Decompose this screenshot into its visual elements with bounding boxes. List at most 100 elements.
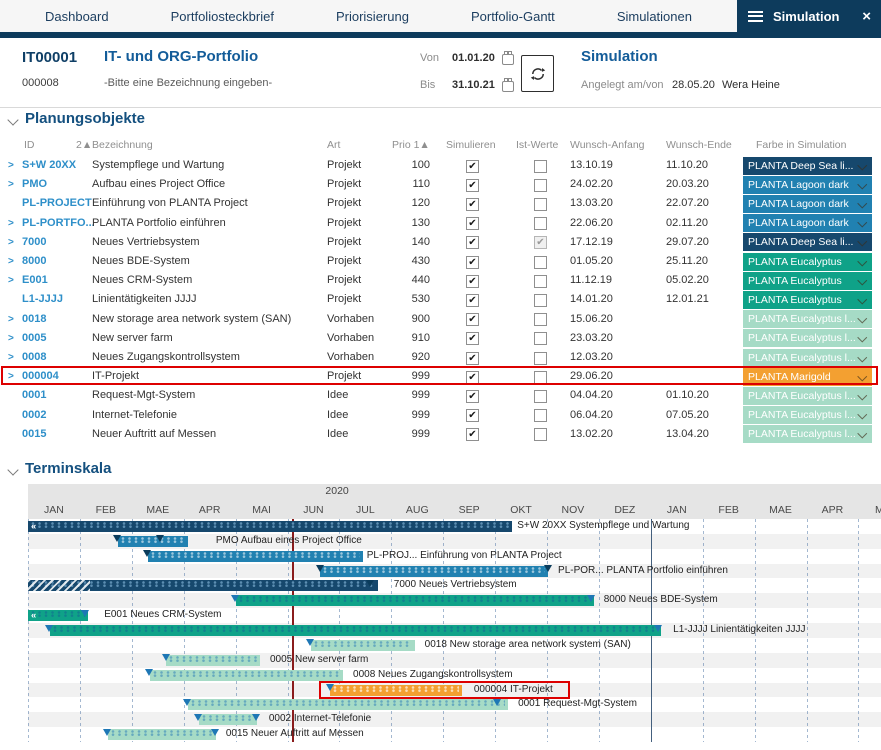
nav-tab-portfoliosteckbrief[interactable]: Portfoliosteckbrief bbox=[171, 9, 274, 24]
calendar-icon[interactable] bbox=[502, 81, 514, 92]
expand-arrow-icon[interactable]: > bbox=[8, 271, 14, 290]
tab-simulation-active[interactable]: Simulation × bbox=[737, 0, 881, 32]
cell-id-link[interactable]: L1-JJJJ bbox=[22, 290, 63, 309]
simulieren-checkbox[interactable]: ✔ bbox=[466, 236, 479, 249]
cell-id-link[interactable]: S+W 20XX bbox=[22, 156, 76, 175]
simulieren-checkbox[interactable]: ✔ bbox=[466, 313, 479, 326]
col-header-prio[interactable]: Prio 1▲ bbox=[392, 139, 430, 151]
col-header-wunsch-ende[interactable]: Wunsch-Ende bbox=[666, 139, 732, 151]
nav-tab-portfolio-gantt[interactable]: Portfolio-Gantt bbox=[471, 9, 555, 24]
ist-werte-checkbox[interactable] bbox=[534, 217, 547, 230]
ist-werte-checkbox[interactable] bbox=[534, 160, 547, 173]
farbe-dropdown[interactable]: PLANTA Lagoon dark bbox=[743, 176, 872, 194]
col-header-bezeichnung[interactable]: Bezeichnung bbox=[92, 139, 153, 151]
ist-werte-checkbox[interactable]: ✔ bbox=[534, 236, 547, 249]
ist-werte-checkbox[interactable] bbox=[534, 179, 547, 192]
collapse-chevron-icon[interactable] bbox=[7, 464, 18, 475]
col-header-wunsch-anfang[interactable]: Wunsch-Anfang bbox=[570, 139, 645, 151]
farbe-dropdown[interactable]: PLANTA Eucalyptus l... bbox=[743, 310, 872, 328]
col-header-art[interactable]: Art bbox=[327, 139, 340, 151]
ist-werte-checkbox[interactable] bbox=[534, 352, 547, 365]
gantt-bar[interactable] bbox=[311, 640, 415, 651]
gantt-bar[interactable]: « bbox=[28, 610, 88, 621]
farbe-dropdown[interactable]: PLANTA Eucalyptus bbox=[743, 272, 872, 290]
bis-date-field[interactable]: 31.10.21 bbox=[452, 79, 495, 91]
von-date-field[interactable]: 01.01.20 bbox=[452, 52, 495, 64]
expand-arrow-icon[interactable]: > bbox=[8, 214, 14, 233]
expand-arrow-icon[interactable]: > bbox=[8, 175, 14, 194]
cell-id-link[interactable]: 0015 bbox=[22, 425, 46, 444]
farbe-dropdown[interactable]: PLANTA Lagoon dark bbox=[743, 195, 872, 213]
cell-id-link[interactable]: PL-PORTFO... bbox=[22, 214, 95, 233]
ist-werte-checkbox[interactable] bbox=[534, 332, 547, 345]
simulieren-checkbox[interactable]: ✔ bbox=[466, 217, 479, 230]
simulieren-checkbox[interactable]: ✔ bbox=[466, 352, 479, 365]
farbe-dropdown[interactable]: PLANTA Eucalyptus l... bbox=[743, 387, 872, 405]
cell-id-link[interactable]: 7000 bbox=[22, 233, 46, 252]
gantt-bar[interactable] bbox=[188, 699, 508, 710]
simulieren-checkbox[interactable]: ✔ bbox=[466, 428, 479, 441]
cell-id-link[interactable]: 0008 bbox=[22, 348, 46, 367]
farbe-dropdown[interactable]: PLANTA Eucalyptus l... bbox=[743, 425, 872, 443]
farbe-dropdown[interactable]: PLANTA Deep Sea li... bbox=[743, 233, 872, 251]
col-header-id[interactable]: ID bbox=[24, 139, 35, 151]
ist-werte-checkbox[interactable] bbox=[534, 198, 547, 211]
ist-werte-checkbox[interactable] bbox=[534, 313, 547, 326]
simulieren-checkbox[interactable]: ✔ bbox=[466, 409, 479, 422]
ist-werte-checkbox[interactable] bbox=[534, 294, 547, 307]
refresh-button[interactable] bbox=[521, 55, 554, 92]
gantt-bar[interactable] bbox=[50, 625, 661, 636]
ist-werte-checkbox[interactable] bbox=[534, 409, 547, 422]
gantt-bar[interactable] bbox=[199, 714, 257, 725]
portfolio-name-input[interactable]: -Bitte eine Bezeichnung eingeben- bbox=[104, 77, 272, 89]
expand-arrow-icon[interactable]: > bbox=[8, 348, 14, 367]
nav-tab-dashboard[interactable]: Dashboard bbox=[45, 9, 109, 24]
col-header-farbe[interactable]: Farbe in Simulation bbox=[756, 139, 846, 151]
cell-id-link[interactable]: PMO bbox=[22, 175, 47, 194]
gantt-bar[interactable] bbox=[148, 551, 363, 562]
farbe-dropdown[interactable]: PLANTA Deep Sea li... bbox=[743, 157, 872, 175]
farbe-dropdown[interactable]: PLANTA Eucalyptus l... bbox=[743, 329, 872, 347]
close-icon[interactable]: × bbox=[862, 9, 871, 24]
gantt-bar[interactable] bbox=[118, 536, 188, 547]
simulieren-checkbox[interactable]: ✔ bbox=[466, 256, 479, 269]
simulieren-checkbox[interactable]: ✔ bbox=[466, 294, 479, 307]
col-header-simulieren[interactable]: Simulieren bbox=[446, 139, 496, 151]
hamburger-icon[interactable] bbox=[748, 8, 763, 24]
simulieren-checkbox[interactable]: ✔ bbox=[466, 390, 479, 403]
expand-arrow-icon[interactable]: > bbox=[8, 329, 14, 348]
expand-arrow-icon[interactable]: > bbox=[8, 252, 14, 271]
simulieren-checkbox[interactable]: ✔ bbox=[466, 198, 479, 211]
simulieren-checkbox[interactable]: ✔ bbox=[466, 160, 479, 173]
ist-werte-checkbox[interactable] bbox=[534, 256, 547, 269]
nav-tab-simulationen[interactable]: Simulationen bbox=[617, 9, 692, 24]
farbe-dropdown[interactable]: PLANTA Lagoon dark bbox=[743, 214, 872, 232]
expand-arrow-icon[interactable]: > bbox=[8, 233, 14, 252]
cell-id-link[interactable]: 0001 bbox=[22, 386, 46, 405]
cell-id-link[interactable]: 0005 bbox=[22, 329, 46, 348]
cell-id-link[interactable]: 0002 bbox=[22, 406, 46, 425]
expand-arrow-icon[interactable]: > bbox=[8, 310, 14, 329]
gantt-bar[interactable] bbox=[320, 566, 548, 577]
calendar-icon[interactable] bbox=[502, 54, 514, 65]
nav-tab-priorisierung[interactable]: Priorisierung bbox=[336, 9, 409, 24]
collapse-chevron-icon[interactable] bbox=[7, 114, 18, 125]
farbe-dropdown[interactable]: PLANTA Eucalyptus bbox=[743, 291, 872, 309]
farbe-dropdown[interactable]: PLANTA Eucalyptus l... bbox=[743, 406, 872, 424]
simulieren-checkbox[interactable]: ✔ bbox=[466, 332, 479, 345]
cell-id-link[interactable]: PL-PROJECT bbox=[22, 194, 92, 213]
simulieren-checkbox[interactable]: ✔ bbox=[466, 179, 479, 192]
ist-werte-checkbox[interactable] bbox=[534, 275, 547, 288]
gantt-bar[interactable] bbox=[150, 670, 343, 681]
gantt-bar[interactable] bbox=[166, 655, 260, 666]
ist-werte-checkbox[interactable] bbox=[534, 428, 547, 441]
farbe-dropdown[interactable]: PLANTA Eucalyptus bbox=[743, 253, 872, 271]
cell-id-link[interactable]: 8000 bbox=[22, 252, 46, 271]
gantt-bar[interactable] bbox=[236, 595, 594, 606]
cell-id-link[interactable]: E001 bbox=[22, 271, 48, 290]
gantt-bar[interactable] bbox=[28, 580, 378, 591]
expand-arrow-icon[interactable]: > bbox=[8, 156, 14, 175]
col-header-ist-werte[interactable]: Ist-Werte bbox=[516, 139, 558, 151]
farbe-dropdown[interactable]: PLANTA Eucalyptus l... bbox=[743, 349, 872, 367]
simulieren-checkbox[interactable]: ✔ bbox=[466, 275, 479, 288]
